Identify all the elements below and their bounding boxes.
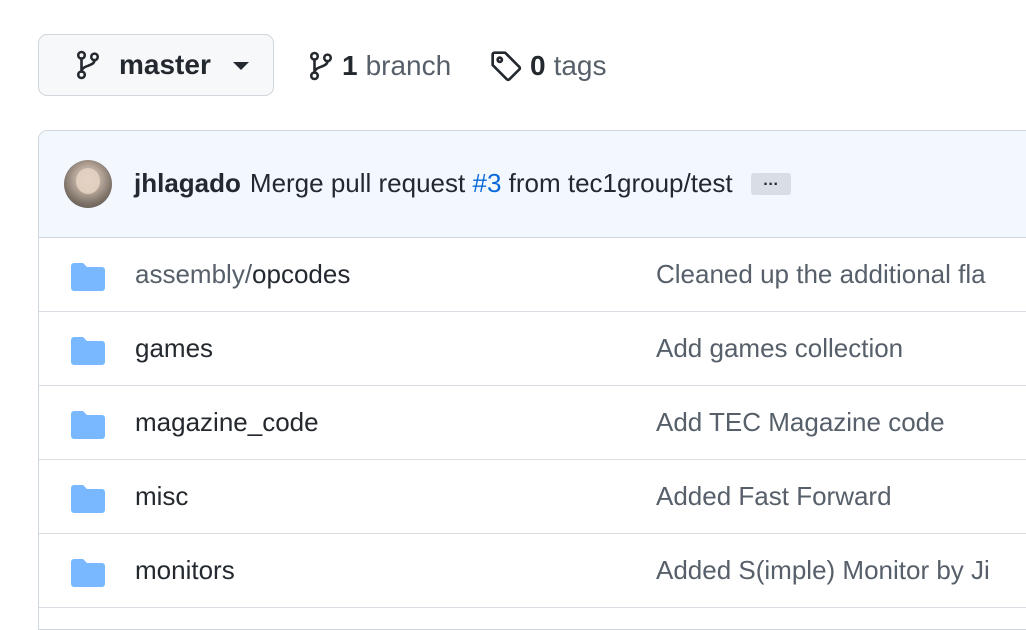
git-branch-icon: [75, 50, 103, 80]
expand-commit-button[interactable]: …: [750, 172, 791, 195]
caret-down-icon: [232, 62, 249, 70]
file-name-link[interactable]: monitors: [135, 555, 235, 586]
latest-commit-bar: jhlagado Merge pull request #3 from tec1…: [39, 131, 1026, 238]
file-row[interactable]: misc Added Fast Forward: [39, 460, 1026, 534]
file-browser: jhlagado Merge pull request #3 from tec1…: [38, 130, 1026, 630]
file-row[interactable]: assembly/opcodes Cleaned up the addition…: [39, 238, 1026, 312]
file-commit-message[interactable]: Add TEC Magazine code: [656, 407, 945, 438]
file-commit-message[interactable]: Added S(imple) Monitor by Ji: [656, 555, 990, 586]
branches-link[interactable]: 1 branch: [308, 46, 451, 86]
folder-icon: [71, 336, 105, 365]
tag-count: 0: [530, 50, 546, 81]
file-commit-message[interactable]: Cleaned up the additional fla: [656, 259, 986, 290]
tag-icon: [490, 50, 522, 82]
commit-message-prefix: Merge pull request: [249, 168, 466, 198]
branch-label: branch: [365, 50, 452, 81]
tag-label: tags: [553, 50, 607, 81]
commit-message-suffix: from tec1group/test: [508, 168, 733, 198]
file-name-link[interactable]: assembly/opcodes: [135, 259, 350, 290]
folder-icon: [71, 262, 105, 291]
commit-author[interactable]: jhlagado: [134, 168, 241, 199]
file-row[interactable]: games Add games collection: [39, 312, 1026, 386]
folder-icon: [71, 410, 105, 439]
file-row[interactable]: monitors Added S(imple) Monitor by Ji: [39, 534, 1026, 608]
file-name-link[interactable]: games: [135, 333, 213, 364]
file-commit-message[interactable]: Added Fast Forward: [656, 481, 892, 512]
commit-message[interactable]: Merge pull request #3 from tec1group/tes…: [250, 168, 733, 199]
folder-icon: [71, 558, 105, 587]
file-path-prefix: assembly/: [135, 258, 253, 289]
branch-select-button[interactable]: master: [38, 34, 274, 96]
file-row[interactable]: magazine_code Add TEC Magazine code: [39, 386, 1026, 460]
branch-select-label: master: [119, 49, 211, 80]
file-name: opcodes: [252, 258, 351, 289]
file-commit-message[interactable]: Add games collection: [656, 333, 903, 364]
avatar[interactable]: [64, 159, 112, 208]
git-branch-icon: [308, 51, 334, 81]
folder-icon: [71, 484, 105, 513]
file-name-link[interactable]: misc: [135, 481, 188, 512]
branch-count: 1: [342, 50, 358, 81]
tags-link[interactable]: 0 tags: [490, 46, 607, 86]
pull-request-link[interactable]: #3: [472, 168, 501, 198]
file-name-link[interactable]: magazine_code: [135, 407, 319, 438]
